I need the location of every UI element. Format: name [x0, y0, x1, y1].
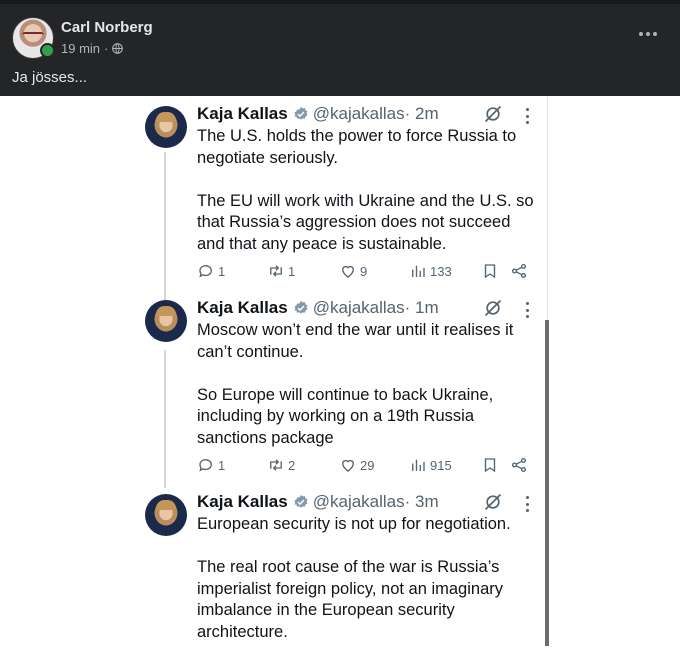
- tweet-actions: 1 1 9 133: [197, 262, 537, 280]
- tweet-paragraph: So Europe will continue to back Ukraine,…: [197, 385, 494, 447]
- reply-count: 1: [218, 263, 226, 279]
- tweet-text: The U.S. holds the power to force Russia…: [197, 126, 537, 277]
- more-icon[interactable]: [525, 496, 529, 512]
- like-count: 9: [360, 263, 368, 279]
- bookmark-icon: [484, 458, 496, 473]
- reply-icon: [199, 265, 212, 278]
- more-icon[interactable]: [525, 108, 529, 124]
- tweet-avatar[interactable]: [145, 300, 187, 342]
- meta-separator: ·: [104, 41, 109, 56]
- avatar-glasses: [22, 32, 44, 40]
- reply-count: 1: [218, 457, 226, 473]
- views-icon: [412, 265, 425, 277]
- bookmark-button[interactable]: [481, 456, 499, 474]
- tweet-paragraph: European security is not up for negotiat…: [197, 515, 511, 533]
- verified-badge-icon: [294, 301, 308, 314]
- tweet-time[interactable]: · 1m: [405, 298, 439, 318]
- facebook-post-header: Carl Norberg 19 min · Ja jösses...: [0, 0, 680, 96]
- retweet-button[interactable]: 1: [267, 262, 295, 280]
- like-icon: [342, 265, 354, 278]
- like-button[interactable]: 9: [339, 262, 367, 280]
- tweet-paragraph: The EU will work with Ukraine and the U.…: [197, 191, 534, 253]
- post-text: Ja jösses...: [12, 69, 88, 86]
- screenshot-edge: [547, 96, 548, 322]
- globe-icon: [112, 43, 124, 54]
- tweet-text: Moscow won’t end the war until it realis…: [197, 320, 537, 471]
- tweet-handle[interactable]: @kajakallas: [313, 492, 405, 512]
- tweet-handle[interactable]: @kajakallas: [313, 104, 405, 124]
- reply-button[interactable]: 1: [197, 262, 225, 280]
- share-icon: [511, 457, 527, 473]
- tweet-paragraph: The real root cause of the war is Russia…: [197, 558, 503, 641]
- author-avatar[interactable]: [12, 17, 55, 59]
- views-button[interactable]: 915: [409, 456, 452, 474]
- tweet-time[interactable]: · 3m: [405, 492, 439, 512]
- views-count: 133: [430, 263, 452, 279]
- tweet-screenshot: Kaja Kallas @kajakallas · 2m The U.S. ho…: [137, 96, 557, 646]
- tweet-time[interactable]: · 2m: [405, 104, 439, 124]
- like-icon: [342, 459, 354, 472]
- views-count: 915: [430, 457, 452, 473]
- tweet-actions: 1 2 29 915: [197, 456, 537, 474]
- grok-icon[interactable]: [483, 298, 503, 318]
- retweet-icon: [270, 265, 282, 277]
- tweet-handle[interactable]: @kajakallas: [313, 298, 405, 318]
- views-button[interactable]: 133: [409, 262, 452, 280]
- share-icon: [511, 263, 527, 279]
- tweet-header: Kaja Kallas @kajakallas · 3m: [197, 492, 439, 512]
- reply-icon: [199, 459, 212, 472]
- grok-icon[interactable]: [483, 104, 503, 124]
- tweet-header: Kaja Kallas @kajakallas · 2m: [197, 104, 439, 124]
- tweet-paragraph: Moscow won’t end the war until it realis…: [197, 321, 514, 361]
- verified-badge-icon: [294, 495, 308, 508]
- grok-icon[interactable]: [483, 492, 503, 512]
- thread-line: [164, 350, 166, 488]
- tweet-author-name[interactable]: Kaja Kallas: [197, 298, 288, 318]
- retweet-button[interactable]: 2: [267, 456, 295, 474]
- author-name[interactable]: Carl Norberg: [61, 19, 153, 36]
- verified-badge-icon: [294, 107, 308, 120]
- tweet-paragraph: The U.S. holds the power to force Russia…: [197, 127, 517, 167]
- retweet-icon: [270, 459, 282, 471]
- tweet-text: European security is not up for negotiat…: [197, 514, 537, 665]
- scrollbar[interactable]: [545, 320, 549, 646]
- post-time[interactable]: 19 min: [61, 41, 100, 56]
- like-count: 29: [360, 457, 375, 473]
- share-button[interactable]: [510, 262, 528, 280]
- post-meta: 19 min ·: [61, 41, 124, 56]
- retweet-count: 2: [288, 457, 296, 473]
- tweet-author-name[interactable]: Kaja Kallas: [197, 492, 288, 512]
- retweet-count: 1: [288, 263, 296, 279]
- bookmark-button[interactable]: [481, 262, 499, 280]
- thread-line: [164, 152, 166, 302]
- tweet-avatar[interactable]: [145, 106, 187, 148]
- tweet-author-name[interactable]: Kaja Kallas: [197, 104, 288, 124]
- more-icon[interactable]: [525, 302, 529, 318]
- tweet-header: Kaja Kallas @kajakallas · 1m: [197, 298, 439, 318]
- bookmark-icon: [484, 264, 496, 279]
- online-status-dot: [40, 43, 55, 58]
- share-button[interactable]: [510, 456, 528, 474]
- like-button[interactable]: 29: [339, 456, 374, 474]
- more-options-icon[interactable]: [636, 26, 660, 42]
- reply-button[interactable]: 1: [197, 456, 225, 474]
- views-icon: [412, 459, 425, 471]
- tweet-avatar[interactable]: [145, 494, 187, 536]
